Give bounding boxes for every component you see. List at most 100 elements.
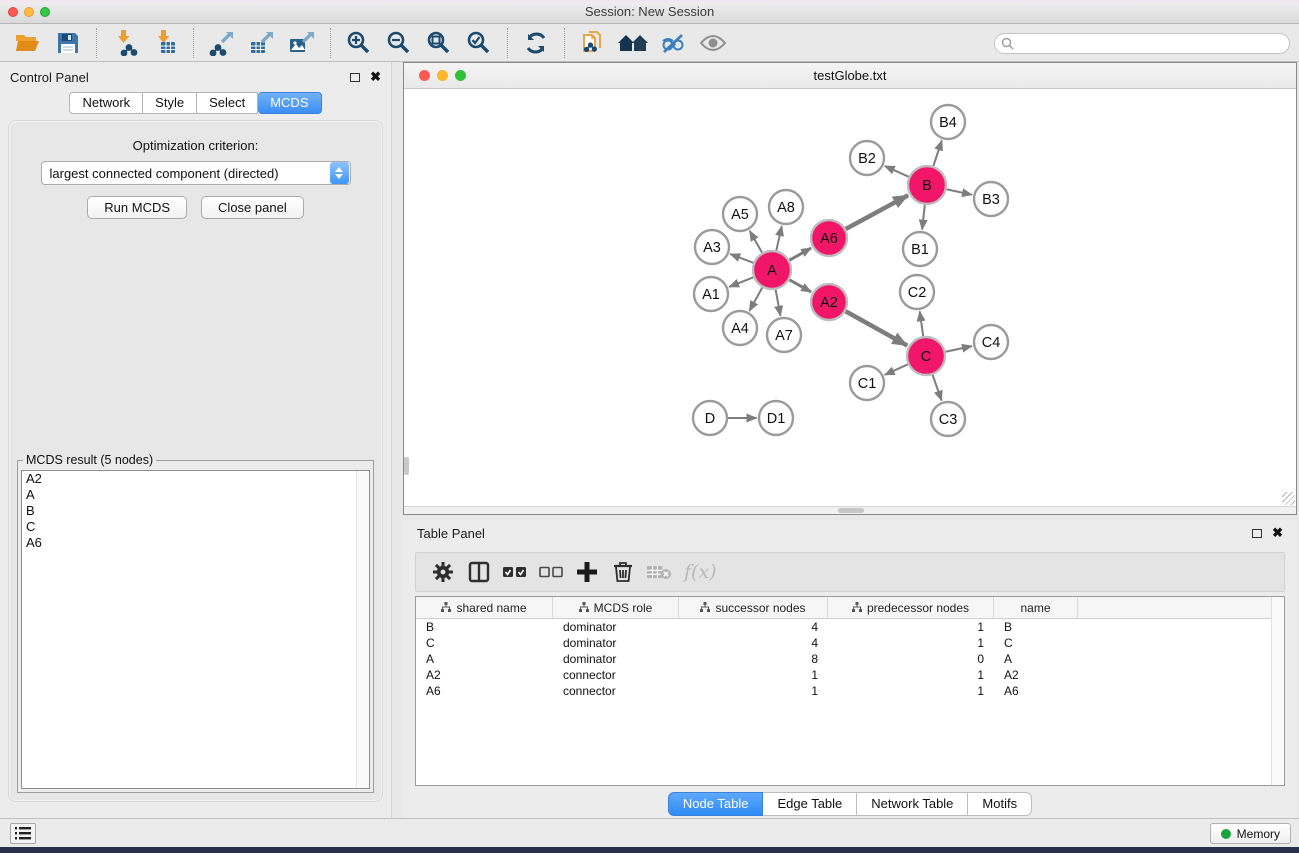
table-cell[interactable]: dominator xyxy=(553,619,679,635)
node-C2[interactable]: C2 xyxy=(900,275,934,309)
zoom-out-icon[interactable] xyxy=(379,28,419,58)
refresh-icon[interactable] xyxy=(516,28,556,58)
node-D[interactable]: D xyxy=(693,401,727,435)
delete-column-icon[interactable] xyxy=(608,557,638,587)
table-cell[interactable]: 8 xyxy=(679,651,828,667)
tab-style[interactable]: Style xyxy=(143,92,197,114)
table-cell[interactable]: A xyxy=(416,651,553,667)
table-cell[interactable]: B xyxy=(994,619,1078,635)
tab-mcds[interactable]: MCDS xyxy=(258,92,321,114)
edge-A-A4[interactable] xyxy=(749,288,762,311)
edge-B-B2[interactable] xyxy=(885,166,909,177)
node-C4[interactable]: C4 xyxy=(974,325,1008,359)
table-cell[interactable]: A2 xyxy=(416,667,553,683)
edge-A-A8[interactable] xyxy=(776,226,781,250)
float-panel-icon[interactable] xyxy=(350,73,360,82)
criterion-dropdown[interactable]: largest connected component (directed) xyxy=(41,161,351,185)
edge-A-A6[interactable] xyxy=(789,248,811,260)
column-header-predecessor-nodes[interactable]: predecessor nodes xyxy=(828,597,994,618)
node-C1[interactable]: C1 xyxy=(850,366,884,400)
table-cell[interactable]: A2 xyxy=(994,667,1078,683)
column-header-shared-name[interactable]: shared name xyxy=(416,597,553,618)
resize-grip-icon[interactable] xyxy=(1282,492,1295,505)
node-A5[interactable]: A5 xyxy=(723,197,757,231)
search-input[interactable] xyxy=(994,33,1290,54)
edge-C-C1[interactable] xyxy=(885,364,908,375)
node-C3[interactable]: C3 xyxy=(931,402,965,436)
table-float-panel-icon[interactable] xyxy=(1252,529,1262,538)
edge-A-A5[interactable] xyxy=(750,231,762,253)
node-B2[interactable]: B2 xyxy=(850,141,884,175)
table-cell[interactable]: 4 xyxy=(679,619,828,635)
node-B[interactable]: B xyxy=(908,166,946,204)
edge-A-A3[interactable] xyxy=(730,254,753,263)
node-A3[interactable]: A3 xyxy=(695,230,729,264)
table-row[interactable]: Adominator80A xyxy=(416,651,1271,667)
open-file-icon[interactable] xyxy=(8,28,48,58)
node-B3[interactable]: B3 xyxy=(974,182,1008,216)
save-session-icon[interactable] xyxy=(48,28,88,58)
edge-A-A2[interactable] xyxy=(789,280,811,292)
node-C[interactable]: C xyxy=(907,337,945,375)
import-network-icon[interactable] xyxy=(105,28,145,58)
table-cell[interactable]: 1 xyxy=(828,619,994,635)
unchecked-boxes-icon[interactable] xyxy=(536,557,566,587)
result-scrollbar[interactable] xyxy=(356,471,369,788)
table-cell[interactable]: 1 xyxy=(828,667,994,683)
node-A7[interactable]: A7 xyxy=(767,318,801,352)
table-cell[interactable]: dominator xyxy=(553,651,679,667)
edge-A6-B[interactable] xyxy=(846,195,908,229)
home-icon[interactable] xyxy=(613,28,653,58)
tab-edge-table[interactable]: Edge Table xyxy=(763,792,857,816)
node-B4[interactable]: B4 xyxy=(931,105,965,139)
zoom-selected-icon[interactable] xyxy=(459,28,499,58)
delete-table-icon[interactable] xyxy=(644,557,674,587)
import-table-icon[interactable] xyxy=(145,28,185,58)
show-eye-icon[interactable] xyxy=(693,28,733,58)
table-cell[interactable]: A xyxy=(994,651,1078,667)
result-item[interactable]: A2 xyxy=(22,471,369,487)
network-window-titlebar[interactable]: testGlobe.txt xyxy=(404,63,1296,89)
edge-C-C2[interactable] xyxy=(920,311,923,336)
column-header-successor-nodes[interactable]: successor nodes xyxy=(679,597,828,618)
table-row[interactable]: Bdominator41B xyxy=(416,619,1271,635)
node-A8[interactable]: A8 xyxy=(769,190,803,224)
edge-A-A1[interactable] xyxy=(729,277,753,287)
memory-button[interactable]: Memory xyxy=(1210,823,1291,844)
network-graph[interactable]: A A1 A2 A3 A4 A5 A6 A7 A8 B B1 B2 B3 xyxy=(404,89,1296,506)
clone-network-icon[interactable] xyxy=(573,28,613,58)
function-builder-icon[interactable]: f(x) xyxy=(680,561,717,583)
table-row[interactable]: A2connector11A2 xyxy=(416,667,1271,683)
edge-C-C3[interactable] xyxy=(933,375,942,401)
table-cell[interactable]: dominator xyxy=(553,635,679,651)
table-cell[interactable]: connector xyxy=(553,683,679,699)
column-header-MCDS-role[interactable]: MCDS role xyxy=(553,597,679,618)
edge-A-A7[interactable] xyxy=(776,290,781,316)
result-item[interactable]: B xyxy=(22,503,369,519)
node-B1[interactable]: B1 xyxy=(903,232,937,266)
edge-A2-C[interactable] xyxy=(846,311,908,345)
tab-select[interactable]: Select xyxy=(197,92,258,114)
table-cell[interactable]: A6 xyxy=(994,683,1078,699)
column-header-name[interactable]: name xyxy=(994,597,1078,618)
table-close-panel-icon[interactable]: ✖ xyxy=(1272,528,1283,538)
node-D1[interactable]: D1 xyxy=(759,401,793,435)
table-cell[interactable]: B xyxy=(416,619,553,635)
table-cell[interactable]: A6 xyxy=(416,683,553,699)
network-hscroll-thumb[interactable] xyxy=(838,508,864,513)
add-column-icon[interactable] xyxy=(572,557,602,587)
table-scrollbar[interactable] xyxy=(1271,597,1284,785)
edge-C-C4[interactable] xyxy=(946,346,972,352)
table-row[interactable]: A6connector11A6 xyxy=(416,683,1271,699)
table-cell[interactable]: 1 xyxy=(828,635,994,651)
table-row[interactable]: Cdominator41C xyxy=(416,635,1271,651)
edge-B-B1[interactable] xyxy=(922,205,925,230)
hide-glasses-icon[interactable] xyxy=(653,28,693,58)
table-cell[interactable]: C xyxy=(994,635,1078,651)
edge-B-B3[interactable] xyxy=(947,189,972,195)
node-A[interactable]: A xyxy=(753,251,791,289)
node-A1[interactable]: A1 xyxy=(694,277,728,311)
tab-network-table[interactable]: Network Table xyxy=(857,792,968,816)
node-A4[interactable]: A4 xyxy=(723,311,757,345)
tab-network[interactable]: Network xyxy=(69,92,143,114)
